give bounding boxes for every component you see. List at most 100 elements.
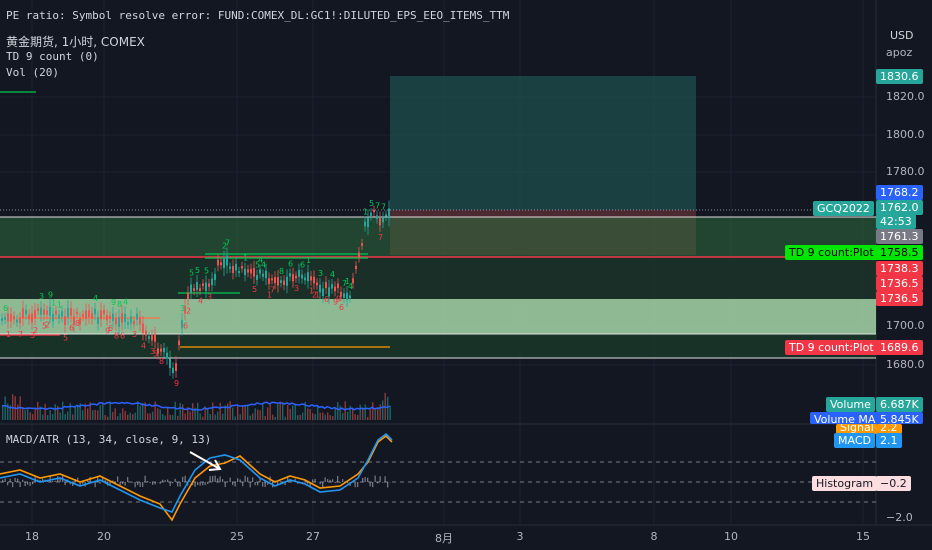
td-count-mark: 7 [381, 203, 386, 212]
td-count-mark: 4 [141, 342, 146, 351]
candle-body [175, 363, 177, 372]
candle-body [325, 282, 327, 289]
candle-body [49, 306, 51, 316]
candle-body [376, 215, 378, 219]
arrow-drawing[interactable] [189, 451, 222, 471]
candle-body [241, 266, 243, 269]
candle-body [40, 307, 42, 315]
histogram-bar [172, 482, 174, 484]
volume-bar [64, 414, 66, 420]
candle-body [4, 317, 6, 320]
histogram-bar [234, 482, 236, 487]
histogram-bar [17, 478, 19, 482]
candle-body [13, 316, 15, 320]
volume-bar [37, 401, 39, 420]
volume-bar [237, 404, 239, 420]
price-tick: 1680.0 [886, 358, 925, 371]
chart-canvas[interactable]: 61 7 3235291 156 8496988643435893625 54532715… [0, 0, 932, 550]
candle-body [70, 308, 72, 316]
volume-bar [339, 405, 341, 420]
volume-bar [134, 412, 136, 420]
td-red-plot-label[interactable]: TD 9 count:Plot [785, 340, 878, 355]
td-green-plot-label[interactable]: TD 9 count:Plot [785, 245, 878, 260]
volume-bar [114, 408, 116, 420]
td-count-mark: 5 [63, 334, 68, 343]
candle-body [109, 315, 111, 319]
histogram-bar [134, 482, 136, 488]
volume-bar [249, 415, 251, 420]
candle-body [217, 259, 219, 266]
volume-ma-name-label[interactable]: Volume MA [810, 412, 880, 424]
candle-body [355, 265, 357, 270]
histogram-bar [99, 482, 101, 484]
volume-bar [44, 403, 46, 420]
volume-bar [239, 414, 241, 420]
scale-mode-label[interactable]: apoz [886, 46, 912, 59]
candle-body [343, 293, 345, 298]
volume-bar [74, 406, 76, 420]
long-position-profit-zone[interactable] [390, 76, 696, 210]
histogram-bar [117, 476, 119, 482]
histogram-bar [329, 479, 331, 482]
candle-body [100, 310, 102, 320]
candle-body [190, 284, 192, 293]
candle-body [280, 280, 282, 283]
candle-body [211, 278, 213, 286]
volume-bar [82, 410, 84, 420]
volume-bar [202, 416, 204, 420]
contract-label[interactable]: GCQ2022 [813, 201, 874, 216]
volume-bar [17, 404, 19, 420]
td-count-mark: 7 [225, 239, 230, 248]
candle-body [130, 316, 132, 324]
volume-value-label: 6.687K [876, 397, 923, 412]
histogram-bar [199, 482, 201, 486]
histogram-name-label[interactable]: Histogram [812, 476, 878, 491]
volume-bar [362, 408, 364, 420]
volume-bar [127, 414, 129, 420]
symbol-title[interactable]: 黄金期货, 1小时, COMEX [6, 33, 145, 50]
candle-body [196, 281, 198, 290]
candle-body [208, 283, 210, 287]
candle-body [67, 307, 69, 318]
indicator-td9-title[interactable]: TD 9 count (0) [6, 50, 99, 63]
volume-bar [189, 411, 191, 420]
candle-body [238, 270, 240, 274]
volume-bar [62, 401, 64, 420]
indicator-volume-title[interactable]: Vol (20) [6, 66, 59, 79]
indicator-macd-title[interactable]: MACD/ATR (13, 34, close, 9, 13) [6, 433, 211, 446]
candle-body [145, 330, 147, 336]
currency-label[interactable]: USD [890, 29, 914, 42]
candle-body [46, 310, 48, 315]
volume-bar [174, 401, 176, 420]
td-count-mark: 1 [6, 330, 11, 339]
volume-bar [352, 408, 354, 420]
td-count-mark: 1 [57, 301, 62, 310]
volume-bar [164, 415, 166, 420]
candle-body [364, 221, 366, 227]
histogram-bar [139, 482, 141, 487]
volume-bar [222, 413, 224, 420]
histogram-bar [239, 479, 241, 482]
td-count-mark: 9 [174, 379, 179, 388]
pe-ratio-error: PE ratio: Symbol resolve error: FUND:COM… [6, 9, 510, 22]
histogram-bar [219, 476, 221, 482]
histogram-bar [339, 482, 341, 483]
price-label-1736a: 1736.5 [876, 276, 923, 291]
histogram-bar [364, 477, 366, 482]
macd-name-label[interactable]: MACD [834, 433, 875, 448]
candle-body [250, 268, 252, 274]
support-zone-upper[interactable] [0, 217, 876, 257]
volume-bar [257, 409, 259, 420]
target-price-label: 1830.6 [876, 69, 923, 84]
volume-name-label[interactable]: Volume [826, 397, 875, 412]
td-count-mark: 8 [114, 331, 119, 340]
last-price-label: 1762.0 [876, 200, 923, 215]
histogram-bar [152, 482, 154, 485]
volume-bar [159, 409, 161, 420]
histogram-bar [242, 482, 244, 487]
histogram-bar [14, 477, 16, 482]
candle-body [232, 265, 234, 273]
volume-bar [117, 416, 119, 420]
volume-bar [49, 410, 51, 420]
candle-body [58, 314, 60, 319]
